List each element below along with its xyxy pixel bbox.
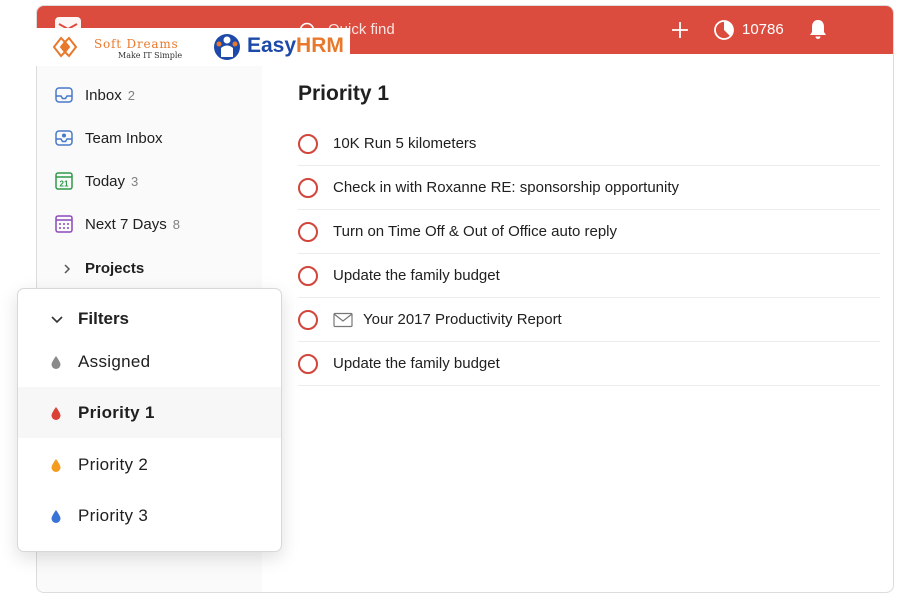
task-row[interactable]: Your 2017 Productivity Report: [298, 298, 880, 342]
soft-dreams-name: Soft Dreams: [94, 37, 179, 51]
filters-panel: Filters Assigned Priority 1 Priority 2 P…: [17, 288, 282, 552]
drop-icon: [51, 355, 61, 369]
task-text[interactable]: Update the family budget: [333, 355, 500, 372]
task-row[interactable]: 10K Run 5 kilometers: [298, 122, 880, 166]
chevron-down-icon: [51, 316, 63, 324]
task-text[interactable]: 10K Run 5 kilometers: [333, 135, 476, 152]
filter-item-priority-2[interactable]: Priority 2: [18, 439, 281, 490]
sidebar-item-next-7-days[interactable]: Next 7 Days 8: [53, 210, 180, 238]
filter-item-priority-1[interactable]: Priority 1: [18, 387, 281, 438]
projects-toggle[interactable]: Projects: [61, 260, 144, 277]
soft-dreams-logo-icon: [52, 36, 78, 58]
filter-item-label: Priority 1: [78, 402, 155, 422]
sidebar-item-label: Inbox: [85, 86, 122, 104]
filter-item-label: Priority 2: [78, 454, 149, 474]
calendar-today-icon: 21: [55, 172, 73, 190]
task-text[interactable]: Your 2017 Productivity Report: [363, 311, 562, 328]
task-text[interactable]: Check in with Roxanne RE: sponsorship op…: [333, 179, 679, 196]
task-checkbox[interactable]: [298, 177, 318, 198]
bell-icon[interactable]: [808, 18, 828, 40]
task-text[interactable]: Turn on Time Off & Out of Office auto re…: [333, 223, 617, 240]
page-title: Priority 1: [298, 82, 390, 105]
filter-item-priority-3[interactable]: Priority 3: [18, 490, 281, 541]
task-row[interactable]: Update the family budget: [298, 342, 880, 386]
task-checkbox[interactable]: [298, 265, 318, 286]
drop-icon: [51, 509, 61, 523]
task-text[interactable]: Update the family budget: [333, 267, 500, 284]
easyhrm-name: EasyHRM: [247, 34, 344, 58]
sidebar-item-label: Next 7 Days: [85, 215, 167, 233]
svg-text:21: 21: [60, 180, 69, 189]
task-row[interactable]: Update the family budget: [298, 254, 880, 298]
add-icon[interactable]: [669, 19, 691, 41]
sidebar-item-team-inbox[interactable]: Team Inbox: [53, 124, 163, 152]
drop-icon: [51, 458, 61, 472]
task-checkbox[interactable]: [298, 133, 318, 154]
karma-count[interactable]: 10786: [742, 21, 784, 38]
sidebar-item-today[interactable]: 21 Today 3: [53, 167, 138, 195]
team-inbox-icon: [55, 130, 73, 146]
projects-label: Projects: [85, 260, 145, 277]
calendar-week-icon: [55, 215, 73, 233]
sidebar-item-count: 3: [131, 173, 139, 189]
filters-toggle[interactable]: Filters: [50, 309, 129, 329]
task-checkbox[interactable]: [298, 353, 318, 374]
sidebar-item-count: 2: [127, 87, 135, 103]
karma-icon[interactable]: [713, 19, 735, 41]
drop-icon: [51, 406, 61, 420]
sidebar-item-count: 8: [172, 216, 180, 232]
task-row[interactable]: Check in with Roxanne RE: sponsorship op…: [298, 166, 880, 210]
main-content: Priority 1 10K Run 5 kilometers Check in…: [262, 54, 893, 592]
inbox-icon: [55, 87, 73, 103]
filters-label: Filters: [78, 309, 130, 328]
easyhrm-hrm: HRM: [296, 34, 344, 57]
soft-dreams-tagline: Make IT Simple: [118, 51, 183, 60]
task-checkbox[interactable]: [298, 309, 318, 330]
filter-item-label: Priority 3: [78, 505, 149, 525]
filter-item-assigned[interactable]: Assigned: [18, 336, 281, 387]
task-row[interactable]: Turn on Time Off & Out of Office auto re…: [298, 210, 880, 254]
task-checkbox[interactable]: [298, 221, 318, 242]
easyhrm-logo-icon: [214, 34, 240, 60]
chevron-right-icon: [64, 263, 71, 274]
sidebar-item-label: Team Inbox: [85, 129, 163, 147]
mail-icon: [333, 312, 353, 327]
sidebar-item-label: Today: [85, 172, 126, 190]
brand-banner: Soft Dreams Make IT Simple EasyHRM: [34, 28, 350, 66]
filter-item-label: Assigned: [78, 351, 151, 371]
sidebar-item-inbox[interactable]: Inbox 2: [53, 81, 135, 109]
easyhrm-easy: Easy: [247, 34, 297, 57]
